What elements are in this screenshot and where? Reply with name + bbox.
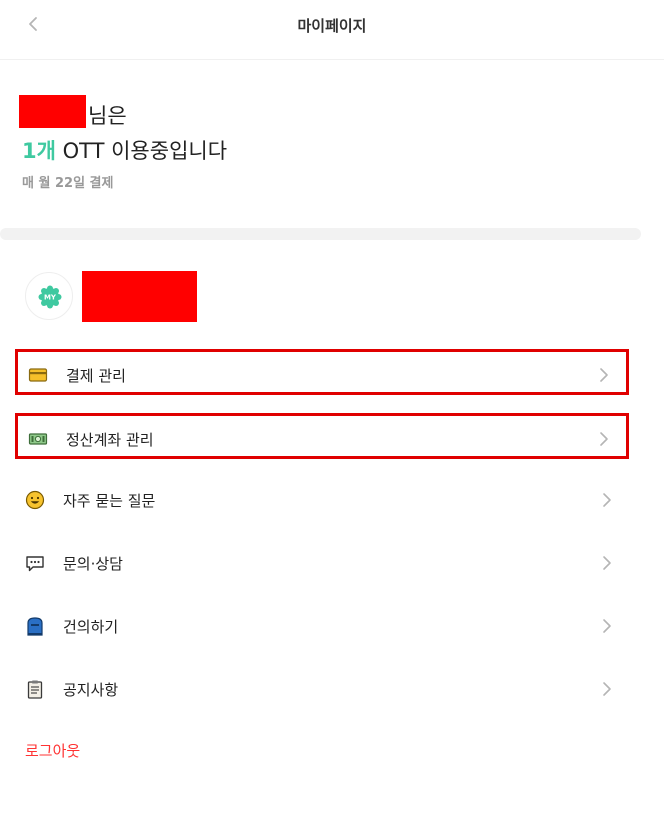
menu-item-inquiry[interactable]: 문의·상담 (15, 540, 629, 586)
redacted-profile-name (82, 271, 197, 322)
ott-usage-line: 1개 OTT 이용중입니다 (22, 135, 227, 165)
smile-face-icon (25, 490, 45, 510)
menu-item-notice[interactable]: 공지사항 (15, 666, 629, 712)
chevron-right-icon (596, 366, 612, 384)
menu-item-label: 공지사항 (63, 681, 119, 699)
menu-item-label: 결제 관리 (66, 367, 126, 385)
menu-item-faq[interactable]: 자주 묻는 질문 (15, 477, 629, 523)
chevron-right-icon (599, 680, 615, 698)
credit-card-icon (28, 365, 48, 385)
menu-item-label: 자주 묻는 질문 (63, 492, 156, 510)
avatar: MY (25, 272, 73, 320)
menu-item-settlement-account[interactable]: 정산계좌 관리 (15, 413, 629, 459)
billing-date: 매 월 22일 결제 (22, 176, 114, 191)
ott-count: 1개 (22, 139, 56, 163)
clipboard-icon (25, 679, 45, 699)
name-suffix: 님은 (88, 104, 127, 128)
money-bill-icon (28, 429, 48, 449)
badge-text: MY (44, 294, 57, 302)
top-bar: 마이페이지 (0, 0, 664, 60)
speech-bubble-icon (25, 553, 45, 573)
page-title: 마이페이지 (297, 17, 367, 35)
menu-item-label: 문의·상담 (63, 555, 123, 573)
chevron-right-icon (596, 430, 612, 448)
ott-usage-text: OTT 이용중입니다 (55, 139, 228, 163)
menu-item-label: 정산계좌 관리 (66, 431, 154, 449)
my-badge-icon: MY (38, 285, 62, 309)
menu-item-suggestion[interactable]: 건의하기 (15, 603, 629, 649)
redacted-username (19, 95, 86, 128)
chevron-right-icon (599, 554, 615, 572)
menu-item-label: 건의하기 (63, 618, 119, 636)
section-divider (0, 228, 641, 240)
chevron-right-icon (599, 617, 615, 635)
logout-button[interactable]: 로그아웃 (25, 740, 80, 761)
mailbox-icon (25, 616, 45, 636)
menu-item-payment-management[interactable]: 결제 관리 (15, 349, 629, 395)
chevron-right-icon (599, 491, 615, 509)
